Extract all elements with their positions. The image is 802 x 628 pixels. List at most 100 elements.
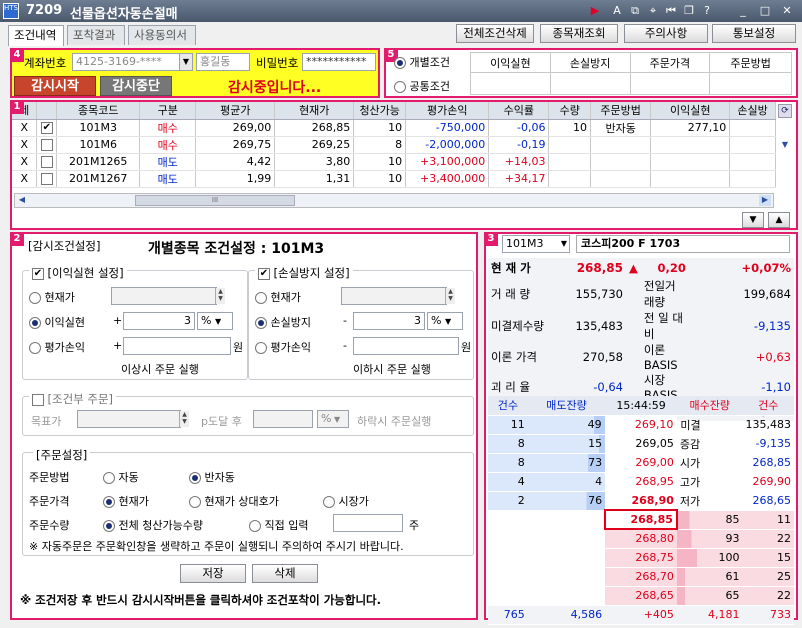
profit-pnl-input[interactable] [123, 337, 231, 355]
profit-unit-select[interactable]: % ▼ [197, 312, 233, 330]
delete-row-button[interactable]: X [12, 170, 38, 188]
help-icon[interactable]: ? [700, 4, 714, 18]
drop-rate-field [253, 410, 313, 428]
loss-unit-select[interactable]: % ▼ [427, 312, 463, 330]
delete-all-conditions-button[interactable]: 전체조건삭제 [456, 24, 534, 43]
bid-row[interactable]: 268,85 85 11 [488, 509, 794, 530]
profit-rate-input[interactable]: 3 [123, 312, 195, 330]
loss-rate-input[interactable]: 3 [353, 312, 425, 330]
individual-condition-radio[interactable]: 개별조건 [394, 54, 450, 70]
col-loss: 손실방지 [549, 52, 631, 73]
tab-agreement[interactable]: 사용동의서 [128, 25, 196, 45]
scroll-left-icon[interactable]: ◀ [17, 195, 27, 206]
bid-row[interactable]: 268,80 93 22 [488, 529, 794, 549]
col-order-method: 주문방법 [709, 52, 792, 73]
condition-setup-panel: 2 [감시조건설정] 개별종목 조건설정 : 101M3 ✔ [이익실현 설정]… [10, 232, 478, 620]
restore-icon[interactable]: ❐ [682, 4, 696, 18]
ask-row[interactable]: 4 4 268,95 고가 269,90 [488, 472, 794, 492]
conditional-order-checkbox[interactable]: [조건부 주문] [29, 391, 117, 407]
row-checkbox[interactable]: ✔ [36, 119, 58, 137]
loss-checkbox[interactable]: ✔ [손실방지 설정] [255, 265, 353, 281]
save-button[interactable]: 저장 [180, 564, 246, 583]
maximize-icon[interactable]: □ [758, 4, 772, 18]
order-qty-label: 주문수량 [29, 519, 70, 532]
account-label: 계좌번호 [24, 56, 67, 70]
spin-icon: ▲ ▼ [215, 288, 225, 304]
table-row[interactable]: X 201M1265 매도 4,42 3,80 10 +3,100,000 +1… [12, 153, 776, 171]
method-auto-radio[interactable]: 자동 [103, 469, 139, 485]
close-icon[interactable]: ✕ [780, 4, 794, 18]
ask-row[interactable]: 2 76 268,90 저가 268,65 [488, 491, 794, 511]
grid-scroll-down-icon[interactable]: ▼ [778, 140, 792, 152]
table-row[interactable]: X 201M1267 매도 1,99 1,31 10 +3,400,000 +3… [12, 170, 776, 188]
row-checkbox[interactable] [36, 153, 58, 171]
profit-current-radio[interactable]: 현재가 [29, 289, 75, 305]
scroll-right-icon[interactable]: ▶ [759, 195, 771, 206]
tab-conditions[interactable]: 조건내역 [8, 25, 64, 46]
common-condition-radio[interactable]: 공통조건 [394, 78, 450, 94]
loss-pnl-sign: - [343, 339, 347, 352]
profit-pnl-sign: + [113, 339, 123, 352]
qty-direct-input[interactable] [333, 514, 403, 532]
total-ask-count: 765 [488, 605, 528, 625]
loss-pnl-input[interactable] [353, 337, 459, 355]
settings-icon[interactable]: ⌖ [646, 4, 660, 18]
profit-rate-radio[interactable]: 이익실현 [29, 314, 85, 330]
row-checkbox[interactable] [36, 136, 58, 154]
back-icon[interactable]: ⏮ [664, 4, 678, 18]
stop-monitor-button[interactable]: 감시중단 [100, 76, 172, 96]
bid-row[interactable]: 268,70 61 25 [488, 567, 794, 587]
section-badge: 4 [10, 48, 24, 62]
qty-direct-radio[interactable]: 직접 입력 [249, 517, 308, 533]
move-down-button[interactable]: ▼ [742, 212, 764, 228]
ask-row[interactable]: 11 49 269,10 미결 135,483 [488, 414, 794, 435]
record-icon[interactable]: ▶ [588, 4, 602, 18]
price-current-radio[interactable]: 현재가 [103, 493, 149, 509]
horizontal-scrollbar[interactable]: ◀ III ▶ [14, 193, 774, 208]
ask-row[interactable]: 8 73 269,00 시가 268,85 [488, 453, 794, 473]
col-avg-price: 평균가 [195, 102, 276, 120]
minimize-icon[interactable]: _ [736, 4, 750, 18]
price-relative-label: 현재가 상대호가 [204, 495, 279, 508]
account-number-field[interactable]: 4125-3169-**** [72, 53, 180, 71]
volume-label: 거 래 량 [491, 286, 531, 301]
ask-row[interactable]: 8 15 269,05 증감 -9,135 [488, 434, 794, 454]
auto-order-warning: ※ 자동주문은 주문확인창을 생략하고 주문이 실행되니 주의하여 주시기 바랍… [29, 540, 404, 553]
font-icon[interactable]: A [610, 4, 624, 18]
profit-pnl-radio[interactable]: 평가손익 [29, 339, 85, 355]
loss-rate-radio[interactable]: 손실방지 [255, 314, 311, 330]
profit-checkbox[interactable]: ✔ [이익실현 설정] [29, 265, 127, 281]
scroll-thumb[interactable]: III [135, 195, 295, 206]
app-logo-icon: HTS [3, 3, 19, 19]
caution-button[interactable]: 주의사항 [624, 24, 708, 43]
qty-all-radio[interactable]: 전체 청산가능수량 [103, 517, 203, 533]
col-method: 주문방법 [590, 102, 652, 120]
popout-icon[interactable]: ⧉ [628, 4, 642, 18]
delete-row-button[interactable]: X [12, 136, 38, 154]
total-diff: +405 [605, 605, 677, 625]
grid-settings-icon[interactable]: ⟳ [778, 104, 792, 118]
loss-current-radio[interactable]: 현재가 [255, 289, 301, 305]
reload-items-button[interactable]: 종목재조회 [540, 24, 618, 43]
start-monitor-button[interactable]: 감시시작 [14, 76, 96, 96]
delete-row-button[interactable]: X [12, 119, 38, 137]
move-up-button[interactable]: ▲ [768, 212, 790, 228]
delete-button[interactable]: 삭제 [252, 564, 318, 583]
notification-settings-button[interactable]: 통보설정 [712, 24, 796, 43]
method-semi-radio[interactable]: 반자동 [189, 469, 235, 485]
bid-row[interactable]: 268,75 100 15 [488, 548, 794, 568]
loss-pnl-radio[interactable]: 평가손익 [255, 339, 311, 355]
table-row[interactable]: X ✔ 101M3 매수 269,00 268,85 10 -750,000 -… [12, 119, 776, 137]
delete-row-button[interactable]: X [12, 153, 38, 171]
password-field[interactable]: *********** [302, 53, 376, 71]
table-row[interactable]: X 101M6 매수 269,75 269,25 8 -2,000,000 -0… [12, 136, 776, 154]
price-relative-radio[interactable]: 현재가 상대호가 [189, 493, 279, 509]
loss-pnl-label: 평가손익 [270, 341, 311, 354]
col-qty: 수량 [548, 102, 592, 120]
row-checkbox[interactable] [36, 170, 58, 188]
tab-results[interactable]: 포착결과 [67, 25, 125, 45]
symbol-code-select[interactable]: 101M3 ▼ [502, 235, 570, 253]
price-market-radio[interactable]: 시장가 [323, 493, 369, 509]
account-dropdown-icon[interactable]: ▼ [179, 53, 193, 71]
bid-row[interactable]: 268,65 65 22 [488, 586, 794, 606]
